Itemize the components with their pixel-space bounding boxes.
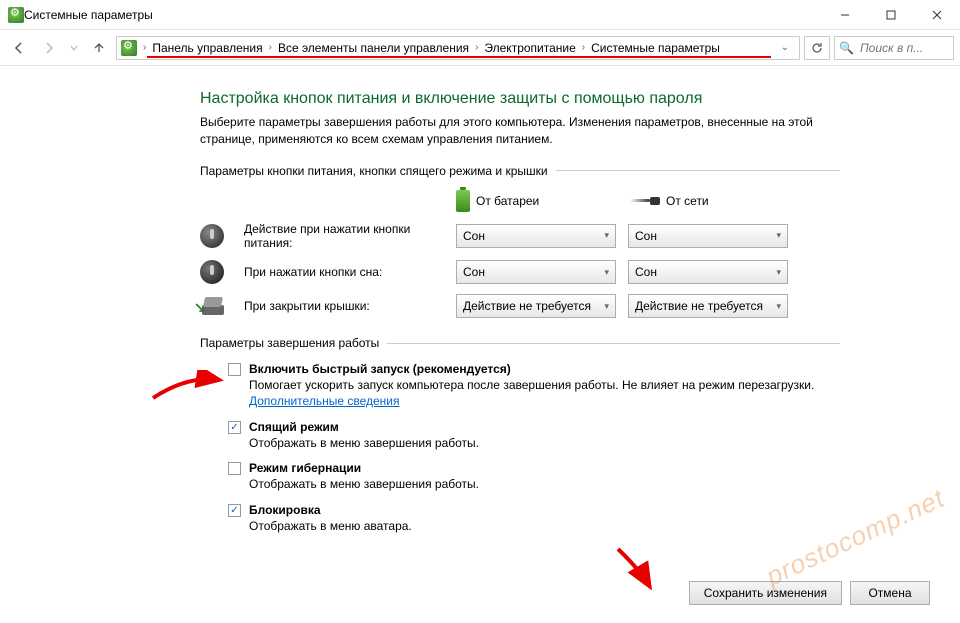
chevron-down-icon: ▾ [776, 301, 781, 312]
shutdown-options-list: Включить быстрый запуск (рекомендуется) … [228, 362, 828, 534]
power-button-battery-select[interactable]: Сон ▾ [456, 224, 616, 248]
footer-buttons: Сохранить изменения Отмена [689, 581, 930, 605]
divider [556, 170, 840, 171]
combo-value: Действие не требуется [635, 299, 763, 313]
sleep-button-battery-select[interactable]: Сон ▾ [456, 260, 616, 284]
lid-battery-select[interactable]: Действие не требуется ▾ [456, 294, 616, 318]
row-sleep-button-label: При нажатии кнопки сна: [244, 265, 444, 279]
col-ac-label: От сети [666, 194, 709, 208]
up-button[interactable] [86, 35, 112, 61]
lock-checkbox[interactable] [228, 504, 241, 517]
back-button[interactable] [6, 35, 32, 61]
titlebar: Системные параметры [0, 0, 960, 30]
search-box[interactable]: 🔍 [834, 36, 954, 60]
section1-label: Параметры кнопки питания, кнопки спящего… [200, 164, 548, 178]
power-button-ac-select[interactable]: Сон ▾ [628, 224, 788, 248]
lock-option: Блокировка Отображать в меню аватара. [228, 503, 828, 535]
save-button[interactable]: Сохранить изменения [689, 581, 842, 605]
fast-startup-checkbox[interactable] [228, 363, 241, 376]
refresh-button[interactable] [804, 36, 830, 60]
lid-icon: ↘ [200, 297, 226, 315]
divider [387, 343, 840, 344]
combo-value: Сон [635, 265, 657, 279]
chevron-right-icon: › [141, 42, 148, 53]
section-shutdown-title: Параметры завершения работы [200, 336, 840, 350]
content-pane: Настройка кнопок питания и включение защ… [0, 66, 960, 564]
lock-label: Блокировка [249, 503, 321, 517]
chevron-down-icon: ▾ [776, 230, 781, 241]
column-header-ac: От сети [628, 193, 788, 209]
chevron-right-icon: › [267, 42, 274, 53]
search-icon: 🔍 [839, 41, 854, 55]
row-lid-label: При закрытии крышки: [244, 299, 444, 313]
power-actions-grid: От батареи От сети Действие при нажатии … [200, 190, 930, 319]
chevron-down-icon: ▾ [604, 230, 609, 241]
recent-dropdown[interactable] [66, 35, 82, 61]
forward-button[interactable] [36, 35, 62, 61]
col-battery-label: От батареи [476, 194, 539, 208]
chevron-down-icon: ▾ [604, 301, 609, 312]
sleep-description: Отображать в меню завершения работы. [249, 436, 828, 452]
fast-startup-description: Помогает ускорить запуск компьютера посл… [249, 378, 828, 409]
cancel-button[interactable]: Отмена [850, 581, 930, 605]
hibernate-description: Отображать в меню завершения работы. [249, 477, 828, 493]
sleep-button-icon [200, 260, 224, 284]
section-button-settings-title: Параметры кнопки питания, кнопки спящего… [200, 164, 840, 178]
app-icon [8, 7, 24, 23]
close-button[interactable] [914, 0, 960, 30]
lid-ac-select[interactable]: Действие не требуется ▾ [628, 294, 788, 318]
breadcrumb[interactable]: › Панель управления › Все элементы панел… [116, 36, 800, 60]
chevron-right-icon: › [473, 42, 480, 53]
page-title: Настройка кнопок питания и включение защ… [200, 90, 930, 108]
chevron-down-icon: ▾ [776, 267, 781, 278]
crumb-control-panel[interactable]: Панель управления [150, 41, 264, 55]
search-input[interactable] [858, 40, 949, 56]
plug-icon [628, 193, 660, 209]
hibernate-option: Режим гибернации Отображать в меню завер… [228, 461, 828, 493]
hibernate-checkbox[interactable] [228, 462, 241, 475]
sleep-label: Спящий режим [249, 420, 339, 434]
breadcrumb-icon [121, 40, 137, 56]
breadcrumb-dropdown[interactable]: ⌄ [775, 42, 795, 53]
sleep-checkbox[interactable] [228, 421, 241, 434]
battery-icon [456, 190, 470, 212]
section2-label: Параметры завершения работы [200, 336, 379, 350]
combo-value: Сон [463, 229, 485, 243]
window-title: Системные параметры [24, 8, 822, 22]
annotation-underline [147, 56, 771, 58]
fast-startup-sub-text: Помогает ускорить запуск компьютера посл… [249, 378, 814, 392]
chevron-right-icon: › [580, 42, 587, 53]
fast-startup-label: Включить быстрый запуск (рекомендуется) [249, 362, 511, 376]
lock-description: Отображать в меню аватара. [249, 519, 828, 535]
power-button-icon [200, 224, 224, 248]
minimize-button[interactable] [822, 0, 868, 30]
combo-value: Сон [635, 229, 657, 243]
hibernate-label: Режим гибернации [249, 461, 361, 475]
crumb-all-items[interactable]: Все элементы панели управления [276, 41, 471, 55]
combo-value: Действие не требуется [463, 299, 591, 313]
row-power-button-label: Действие при нажатии кнопки питания: [244, 222, 444, 251]
sleep-option: Спящий режим Отображать в меню завершени… [228, 420, 828, 452]
page-description: Выберите параметры завершения работы для… [200, 114, 840, 148]
sleep-button-ac-select[interactable]: Сон ▾ [628, 260, 788, 284]
maximize-button[interactable] [868, 0, 914, 30]
crumb-power[interactable]: Электропитание [482, 41, 577, 55]
column-header-battery: От батареи [456, 190, 616, 212]
more-info-link[interactable]: Дополнительные сведения [249, 394, 399, 408]
chevron-down-icon: ▾ [604, 267, 609, 278]
crumb-system-params[interactable]: Системные параметры [589, 41, 722, 55]
navbar: › Панель управления › Все элементы панел… [0, 30, 960, 66]
fast-startup-option: Включить быстрый запуск (рекомендуется) … [228, 362, 828, 409]
combo-value: Сон [463, 265, 485, 279]
